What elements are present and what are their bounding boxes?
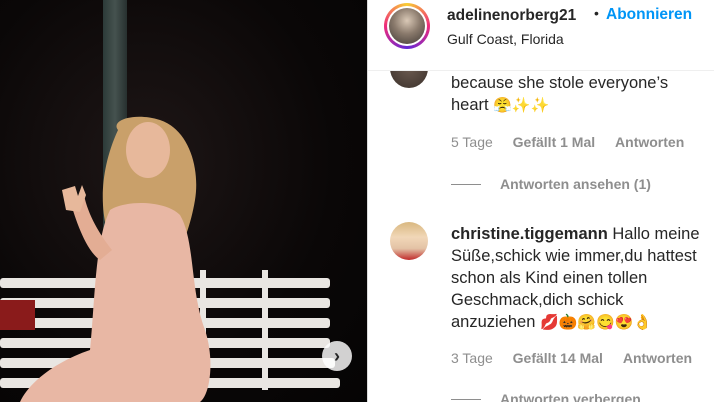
comment-age[interactable]: 3 Tage <box>451 350 493 366</box>
replies-divider <box>451 184 481 185</box>
post-header: adelinenorberg21 • Abonnieren Gulf Coast… <box>368 0 714 71</box>
comment-line: christine.tiggemann Hallo meine <box>451 223 700 245</box>
avatar-border <box>387 6 427 46</box>
comment-line: heart 😤✨✨ <box>451 94 668 117</box>
comment-text: christine.tiggemann Hallo meine Süße,sch… <box>451 223 700 334</box>
hide-replies-button[interactable]: Antworten verbergen <box>500 391 641 402</box>
comment-line: Geschmack,dich schick <box>451 291 624 309</box>
comment-username[interactable]: christine.tiggemann <box>451 225 608 243</box>
follow-button[interactable]: Abonnieren <box>606 6 692 24</box>
comment-line: anzuziehen 💋🎃🤗😋😍👌 <box>451 311 700 334</box>
view-replies-button[interactable]: Antworten ansehen (1) <box>500 176 651 192</box>
separator-dot: • <box>594 5 599 21</box>
comment-emojis: 😤✨✨ <box>493 97 550 114</box>
comment-line-text: heart <box>451 96 489 114</box>
replies-divider <box>451 399 481 400</box>
comment-avatar[interactable] <box>390 222 428 260</box>
comments-panel: because she stole everyone’s heart 😤✨✨ 5… <box>367 0 714 402</box>
reply-button[interactable]: Antworten <box>615 134 684 150</box>
comment-meta: 5 Tage Gefällt 1 Mal Antworten <box>451 134 700 150</box>
comment-line: schon als Kind einen tollen <box>451 269 648 287</box>
next-photo-button[interactable]: › <box>322 341 352 371</box>
comment-line-text: Hallo meine <box>612 225 700 243</box>
comment-likes[interactable]: Gefällt 1 Mal <box>513 134 595 150</box>
avatar-image <box>389 8 425 44</box>
chevron-right-icon: › <box>334 345 340 366</box>
comment-line: because she stole everyone’s <box>451 74 669 92</box>
post-photo: › <box>0 0 367 402</box>
comment-line: Süße,schick wie immer,du hattest <box>451 247 697 265</box>
photo-subject <box>0 116 340 402</box>
comment-meta: 3 Tage Gefällt 14 Mal Antworten <box>451 350 708 366</box>
post-location[interactable]: Gulf Coast, Florida <box>447 31 564 47</box>
reply-button[interactable]: Antworten <box>623 350 692 366</box>
comment-line-text: anzuziehen <box>451 313 536 331</box>
profile-username[interactable]: adelinenorberg21 <box>447 7 576 25</box>
comment-emojis: 💋🎃🤗😋😍👌 <box>540 314 653 331</box>
comment-text: because she stole everyone’s heart 😤✨✨ <box>451 72 668 117</box>
comment-age[interactable]: 5 Tage <box>451 134 493 150</box>
comment-likes[interactable]: Gefällt 14 Mal <box>513 350 603 366</box>
profile-avatar[interactable] <box>384 3 430 49</box>
